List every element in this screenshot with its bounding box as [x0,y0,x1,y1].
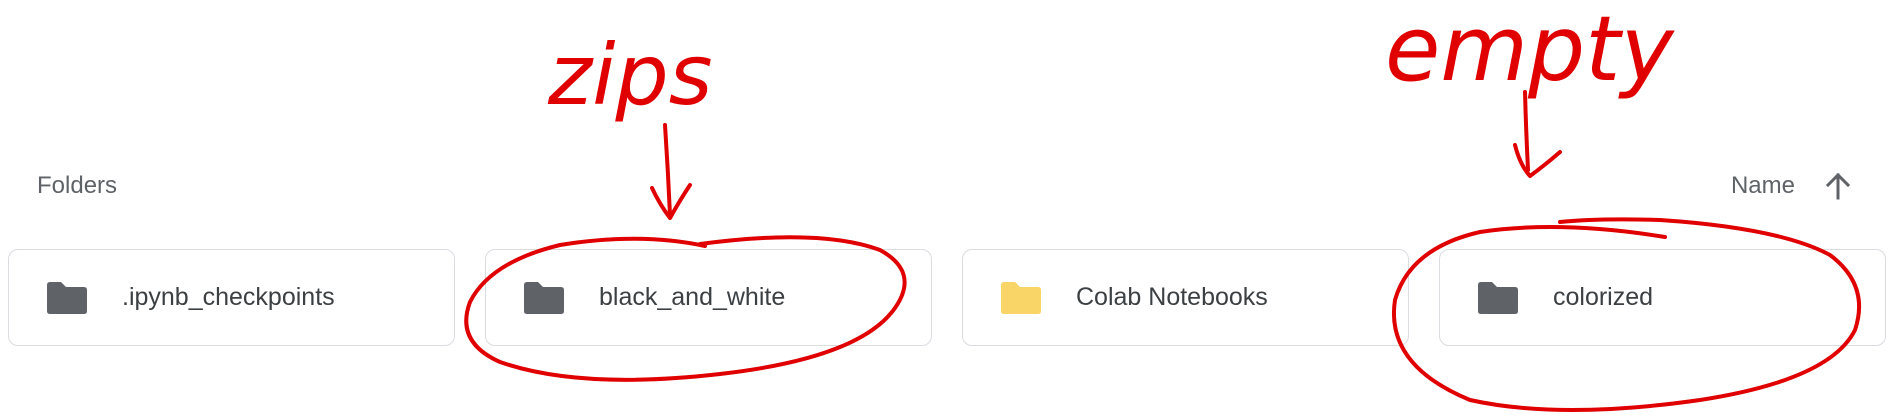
folder-icon [524,281,564,314]
folder-icon [1001,281,1041,314]
sort-by-name-button[interactable]: Name [1731,164,1851,208]
folder-card-colorized[interactable]: colorized [1439,249,1886,346]
folder-card-black-and-white[interactable]: black_and_white [485,249,932,346]
handwritten-annotations: zips empty [464,0,1862,412]
annotation-note-zips: zips [547,26,713,124]
annotation-note-empty: empty [1385,0,1675,102]
sort-label: Name [1730,172,1795,199]
folders-section-label: Folders [37,172,118,199]
folder-name: .ipynb_checkpoints [122,283,335,311]
folders-grid: .ipynb_checkpoints black_and_white Colab… [8,249,1886,346]
folder-icon [1478,281,1518,314]
folder-name: colorized [1553,283,1654,311]
folder-name: Colab Notebooks [1076,283,1268,311]
annotation-arrow-empty [1523,90,1530,172]
folder-card-colab-notebooks[interactable]: Colab Notebooks [962,249,1409,346]
annotation-arrow-zips [663,123,672,217]
arrow-up-icon[interactable] [1825,172,1851,200]
folder-icon [47,281,87,314]
folder-card-ipynb-checkpoints[interactable]: .ipynb_checkpoints [8,249,455,346]
folder-name: black_and_white [599,283,786,311]
